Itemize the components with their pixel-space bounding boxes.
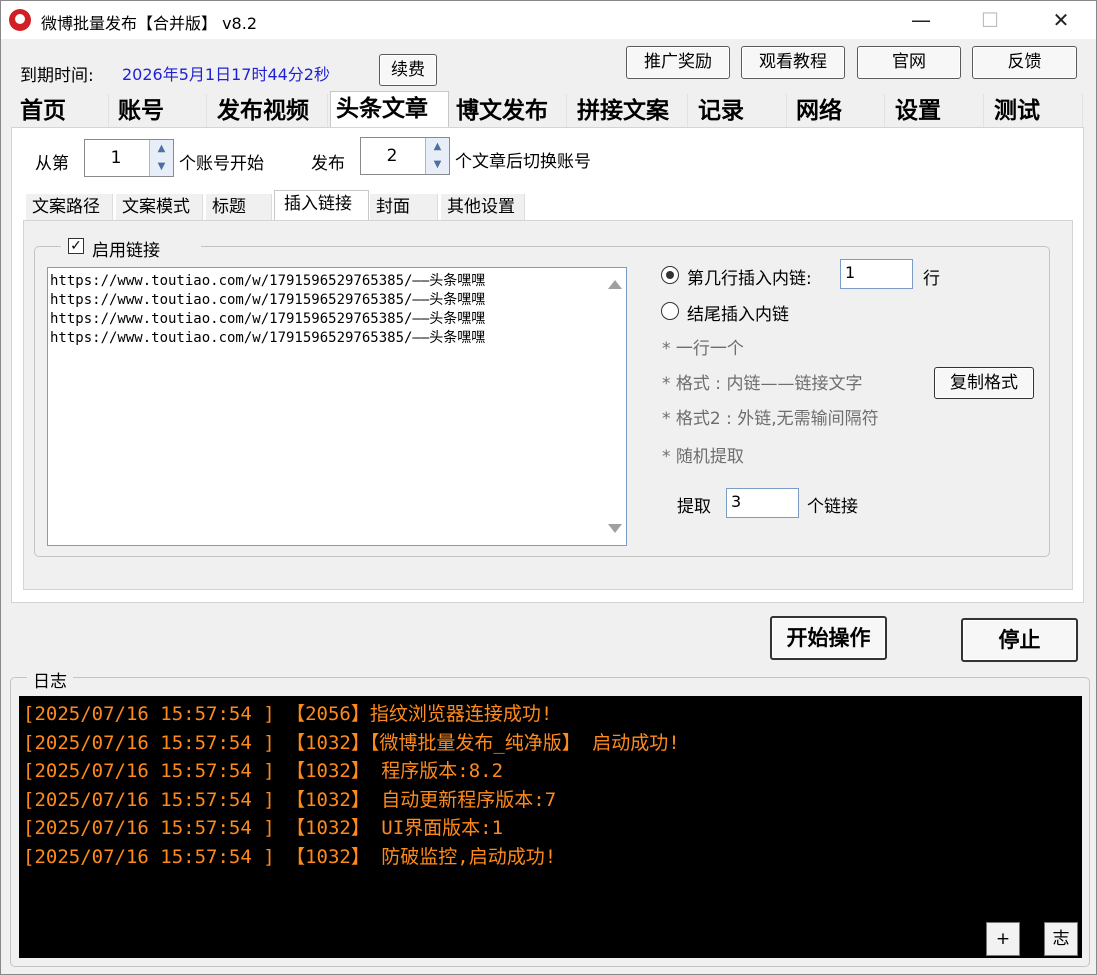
log-line: [2025/07/16 15:57:54 ] 【2056】指纹浏览器连接成功! <box>23 703 553 725</box>
tab-home[interactable]: 首页 <box>15 94 109 128</box>
tab-account[interactable]: 账号 <box>113 94 207 128</box>
log-line: [2025/07/16 15:57:54 ] 【1032】 UI界面版本:1 <box>23 817 504 839</box>
publish-count-stepper[interactable]: 2 ▲ ▼ <box>360 137 450 175</box>
tab-blog-publish[interactable]: 博文发布 <box>451 94 567 128</box>
subtab-other-settings[interactable]: 其他设置 <box>441 194 525 221</box>
enable-link-label: 启用链接 <box>92 241 160 261</box>
insert-line-unit: 行 <box>923 269 940 289</box>
hint-format: * 格式 : 内链——链接文字 <box>662 374 863 394</box>
subtab-copy-mode[interactable]: 文案模式 <box>116 194 203 221</box>
maximize-button[interactable]: ☐ <box>967 5 1013 35</box>
spin-down-icon[interactable]: ▼ <box>425 156 449 174</box>
expire-label: 到期时间: <box>20 66 94 86</box>
log-toggle-button[interactable]: 志 <box>1044 922 1078 956</box>
renew-button[interactable]: 续费 <box>379 54 437 86</box>
subtab-insert-link[interactable]: 插入链接 <box>274 190 369 221</box>
official-site-button[interactable]: 官网 <box>857 46 961 79</box>
promo-reward-button[interactable]: 推广奖励 <box>626 46 730 79</box>
link-line: https://www.toutiao.com/w/17915965297653… <box>50 311 486 327</box>
insert-at-end-label: 结尾插入内链 <box>687 305 789 325</box>
extract-unit: 个链接 <box>807 497 858 517</box>
close-button[interactable]: ✕ <box>1038 5 1084 35</box>
link-line: https://www.toutiao.com/w/17915965297653… <box>50 273 486 289</box>
extract-label: 提取 <box>677 497 711 517</box>
extract-count-input[interactable]: 3 <box>726 488 799 518</box>
start-account-stepper[interactable]: 1 ▲ ▼ <box>84 139 174 177</box>
watch-tutorial-button[interactable]: 观看教程 <box>741 46 845 79</box>
app-window: 微博批量发布【合并版】 v8.2 — ☐ ✕ 到期时间: 2026年5月1日17… <box>0 0 1097 975</box>
log-output[interactable]: [2025/07/16 15:57:54 ] 【2056】指纹浏览器连接成功! … <box>19 696 1082 958</box>
spin-up-icon[interactable]: ▲ <box>425 138 449 156</box>
spin-up-icon[interactable]: ▲ <box>149 140 173 158</box>
feedback-button[interactable]: 反馈 <box>972 46 1077 79</box>
links-textarea[interactable]: https://www.toutiao.com/w/17915965297653… <box>47 267 627 546</box>
log-label: 日志 <box>33 672 67 692</box>
start-account-value[interactable]: 1 <box>85 140 147 176</box>
subtab-copy-path[interactable]: 文案路径 <box>26 194 113 221</box>
publish-count-value[interactable]: 2 <box>361 138 423 174</box>
insert-line-input[interactable]: 1 <box>840 259 913 289</box>
log-line: [2025/07/16 15:57:54 ] 【1032】 自动更新程序版本:7 <box>23 788 557 811</box>
insert-at-line-radio[interactable] <box>661 266 679 284</box>
link-line: https://www.toutiao.com/w/17915965297653… <box>50 292 486 308</box>
expire-value: 2026年5月1日17时44分2秒 <box>122 65 330 84</box>
log-line: [2025/07/16 15:57:54 ] 【1032】【微博批量发布_纯净版… <box>23 731 680 754</box>
log-line: [2025/07/16 15:57:54 ] 【1032】 防破监控,启动成功! <box>23 845 557 868</box>
app-logo-icon <box>9 9 31 31</box>
scroll-up-icon[interactable] <box>608 280 622 289</box>
start-prefix-label: 从第 <box>35 154 69 174</box>
tab-test[interactable]: 测试 <box>989 94 1083 128</box>
subtab-cover[interactable]: 封面 <box>370 194 438 221</box>
copy-format-button[interactable]: 复制格式 <box>934 367 1034 399</box>
tab-toutiao-article[interactable]: 头条文章 <box>330 91 449 128</box>
publish-suffix-label: 个文章后切换账号 <box>455 152 591 172</box>
title-bar: 微博批量发布【合并版】 v8.2 — ☐ ✕ <box>1 1 1096 39</box>
scroll-down-icon[interactable] <box>608 524 622 533</box>
stop-button[interactable]: 停止 <box>961 618 1078 662</box>
tab-settings[interactable]: 设置 <box>890 94 984 128</box>
tab-splice-copy[interactable]: 拼接文案 <box>572 94 688 128</box>
link-line: https://www.toutiao.com/w/17915965297653… <box>50 330 486 346</box>
hint-format2: * 格式2 : 外链,无需输间隔符 <box>662 409 879 429</box>
minimize-button[interactable]: — <box>898 5 944 35</box>
enable-link-checkbox[interactable]: ✓ <box>68 238 84 254</box>
log-plus-button[interactable]: + <box>986 922 1020 956</box>
tab-records[interactable]: 记录 <box>693 94 787 128</box>
hint-random: * 随机提取 <box>662 447 744 467</box>
tab-publish-video[interactable]: 发布视频 <box>212 94 328 128</box>
publish-prefix-label: 发布 <box>311 154 345 174</box>
window-title: 微博批量发布【合并版】 v8.2 <box>41 14 258 33</box>
subtab-title[interactable]: 标题 <box>206 194 272 221</box>
spin-down-icon[interactable]: ▼ <box>149 158 173 176</box>
hint-one-per-line: * 一行一个 <box>662 339 744 359</box>
insert-at-line-label: 第几行插入内链: <box>687 269 812 289</box>
start-operation-button[interactable]: 开始操作 <box>770 616 887 660</box>
start-suffix-label: 个账号开始 <box>179 154 264 174</box>
log-line: [2025/07/16 15:57:54 ] 【1032】 程序版本:8.2 <box>23 760 504 782</box>
insert-at-end-radio[interactable] <box>661 302 679 320</box>
tab-network[interactable]: 网络 <box>791 94 885 128</box>
